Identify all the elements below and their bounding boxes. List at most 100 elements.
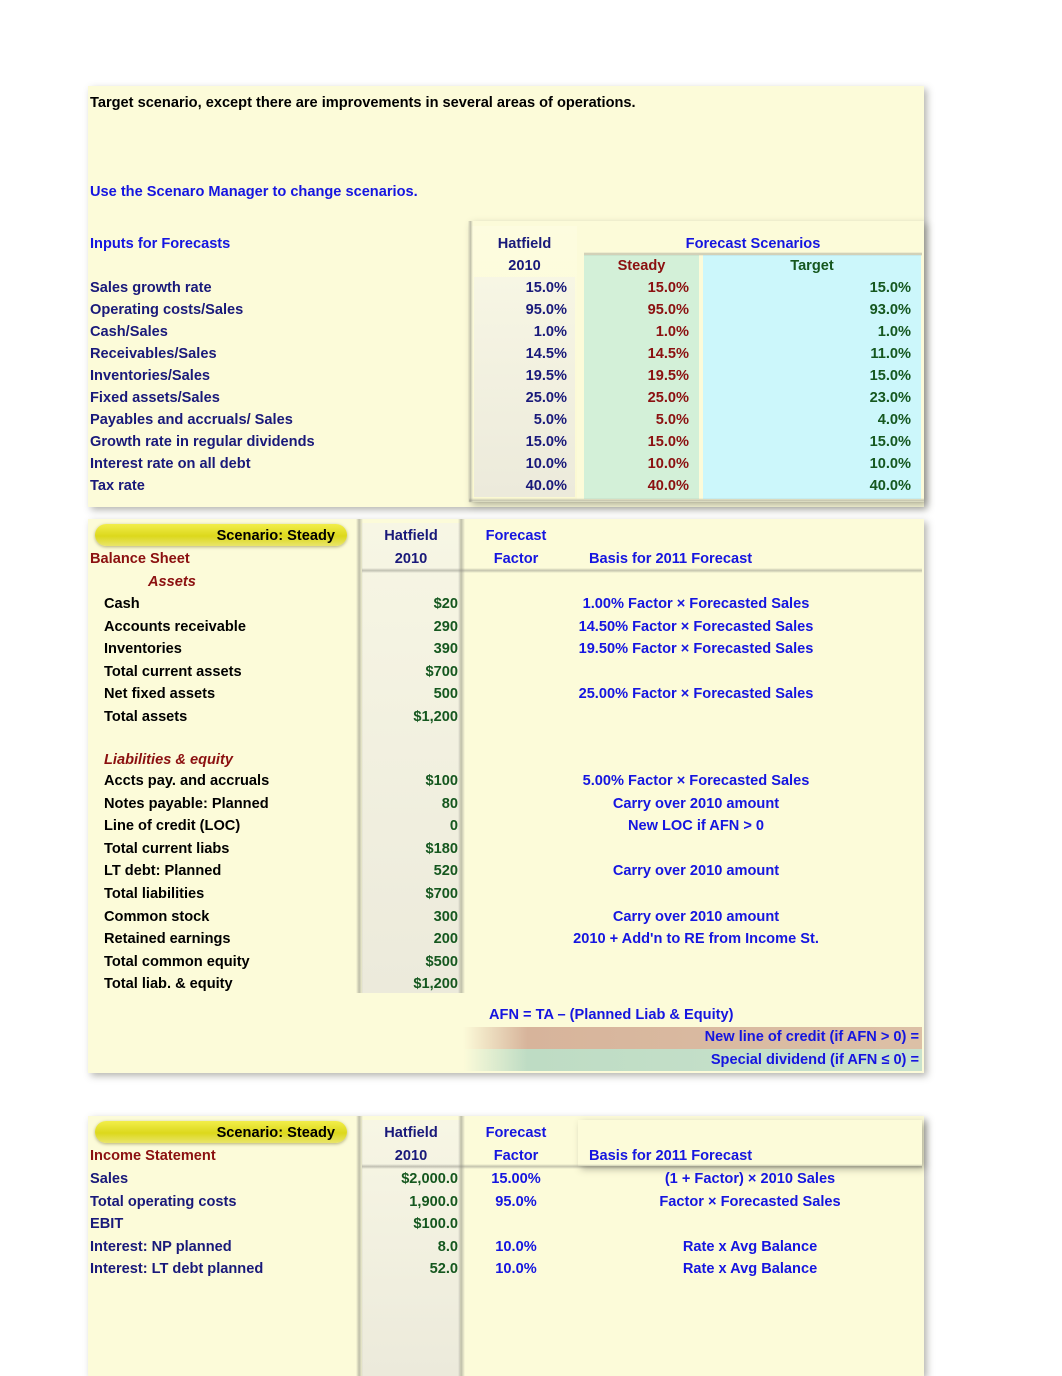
- inputs-cell-target[interactable]: 11.0%: [693, 343, 911, 365]
- bs-liab-row-value[interactable]: $180: [362, 838, 458, 860]
- inputs-cell-target[interactable]: 15.0%: [693, 431, 911, 453]
- bs-liab-row-basis: New LOC if AFN > 0: [627, 818, 765, 834]
- inputs-table-bottom: [469, 498, 924, 503]
- bs-basis-header: Basis for 2011 Forecast: [589, 551, 753, 567]
- bs-row-label: Inventories: [104, 641, 182, 657]
- afn-new-loc-label: New line of credit (if AFN > 0) =: [704, 1029, 919, 1045]
- bs-row-value[interactable]: 390: [362, 638, 458, 660]
- is-row-label: Sales: [90, 1171, 129, 1187]
- inputs-cell-target[interactable]: 1.0%: [693, 321, 911, 343]
- inputs-cell-hatfield: 15.0%: [525, 434, 567, 450]
- bs-liab-row-basis: 5.00% Factor × Forecasted Sales: [582, 773, 810, 789]
- is-row-value[interactable]: 8.0: [362, 1236, 458, 1258]
- is-row-value[interactable]: 52.0: [362, 1258, 458, 1280]
- bs-col-hatfield-line2: 2010: [394, 551, 428, 567]
- inputs-cell-steady[interactable]: 15.0%: [574, 277, 689, 299]
- bs-row-label: Total assets: [104, 709, 188, 725]
- inputs-cell-steady[interactable]: 10.0%: [574, 453, 689, 475]
- inputs-cell-target[interactable]: 15.0%: [693, 365, 911, 387]
- is-statement-title: Income Statement: [90, 1148, 216, 1164]
- is-scenario-tag[interactable]: Scenario: Steady: [95, 1122, 335, 1144]
- bs-liab-row-value[interactable]: 0: [362, 815, 458, 837]
- bs-liab-row-basis: 2010 + Add'n to RE from Income St.: [573, 931, 819, 947]
- is-col-hatfield-line2: 2010: [394, 1148, 428, 1164]
- inputs-row-label: Growth rate in regular dividends: [90, 434, 315, 450]
- inputs-cell-hatfield: 19.5%: [525, 368, 567, 384]
- inputs-cell-hatfield: 1.0%: [533, 324, 567, 340]
- inputs-cell-steady[interactable]: 14.5%: [574, 343, 689, 365]
- bs-liab-row-value[interactable]: 200: [362, 928, 458, 950]
- inputs-cell-steady[interactable]: 15.0%: [574, 431, 689, 453]
- inputs-cell-target[interactable]: 4.0%: [693, 409, 911, 431]
- bs-liab-row-label: Notes payable: Planned: [104, 796, 269, 812]
- bs-row-value[interactable]: $700: [362, 661, 458, 683]
- bs-statement-title: Balance Sheet: [90, 551, 190, 567]
- bs-liab-row-label: Total liabilities: [104, 886, 205, 902]
- intro-note: Target scenario, except there are improv…: [90, 95, 636, 111]
- inputs-cell-target[interactable]: 23.0%: [693, 387, 911, 409]
- inputs-cell-target[interactable]: 15.0%: [693, 277, 911, 299]
- inputs-cell-steady[interactable]: 1.0%: [574, 321, 689, 343]
- bs-row-label: Net fixed assets: [104, 686, 216, 702]
- bs-row-value[interactable]: $1,200: [362, 706, 458, 728]
- is-row-value[interactable]: 1,900.0: [362, 1191, 458, 1213]
- is-col-factor-line1: Forecast: [485, 1125, 547, 1141]
- bs-liab-row-label: Common stock: [104, 909, 210, 925]
- is-row-factor: 10.0%: [495, 1261, 537, 1277]
- bs-liab-row-value[interactable]: $1,200: [362, 973, 458, 995]
- inputs-col-steady: Steady: [617, 258, 666, 274]
- inputs-cell-steady[interactable]: 5.0%: [574, 409, 689, 431]
- bs-liab-row-label: Total current liabs: [104, 841, 230, 857]
- is-row-basis: Factor × Forecasted Sales: [659, 1194, 841, 1210]
- bs-liab-row-basis: Carry over 2010 amount: [612, 909, 780, 925]
- inputs-group-header: Forecast Scenarios: [685, 236, 821, 252]
- instruction-note: Use the Scenaro Manager to change scenar…: [90, 184, 418, 200]
- inputs-row-label: Interest rate on all debt: [90, 456, 251, 472]
- bs-liab-row-label: Line of credit (LOC): [104, 818, 241, 834]
- inputs-cell-hatfield: 40.0%: [525, 478, 567, 494]
- bs-liab-row-value[interactable]: $100: [362, 770, 458, 792]
- bs-liab-row-label: Total common equity: [104, 954, 250, 970]
- is-row-factor: 10.0%: [495, 1239, 537, 1255]
- bs-scenario-tag[interactable]: Scenario: Steady: [95, 525, 335, 547]
- is-col-factor-line2: Factor: [493, 1148, 539, 1164]
- inputs-cell-steady[interactable]: 25.0%: [574, 387, 689, 409]
- is-col-hatfield-line1: Hatfield: [384, 1125, 438, 1141]
- is-row-value[interactable]: $2,000.0: [362, 1168, 458, 1190]
- bs-row-value[interactable]: $20: [362, 593, 458, 615]
- spreadsheet-page: Target scenario, except there are improv…: [0, 0, 1062, 1376]
- bs-row-value[interactable]: 500: [362, 683, 458, 705]
- bs-liab-row-value[interactable]: $700: [362, 883, 458, 905]
- inputs-cell-hatfield: 10.0%: [525, 456, 567, 472]
- bs-liab-row-value[interactable]: $500: [362, 951, 458, 973]
- bs-liab-row-value[interactable]: 80: [362, 793, 458, 815]
- inputs-row-label: Cash/Sales: [90, 324, 168, 340]
- bs-row-basis: 14.50% Factor × Forecasted Sales: [578, 619, 814, 635]
- is-basis-header: Basis for 2011 Forecast: [589, 1148, 753, 1164]
- afn-formula: AFN = TA – (Planned Liab & Equity): [489, 1007, 734, 1023]
- inputs-cell-steady[interactable]: 40.0%: [574, 475, 689, 497]
- bs-liab-row-label: Accts pay. and accruals: [104, 773, 270, 789]
- bs-col-hatfield-line1: Hatfield: [384, 528, 438, 544]
- inputs-col-hatfield-line2: 2010: [508, 258, 541, 274]
- inputs-cell-target[interactable]: 40.0%: [693, 475, 911, 497]
- inputs-cell-target[interactable]: 93.0%: [693, 299, 911, 321]
- bs-liabilities-header: Liabilities & equity: [104, 752, 233, 768]
- bs-liab-row-value[interactable]: 520: [362, 860, 458, 882]
- inputs-cell-target[interactable]: 10.0%: [693, 453, 911, 475]
- is-row-basis: Rate x Avg Balance: [682, 1239, 818, 1255]
- inputs-row-label: Inventories/Sales: [90, 368, 211, 384]
- bs-row-value[interactable]: 290: [362, 616, 458, 638]
- inputs-row-label: Fixed assets/Sales: [90, 390, 220, 406]
- inputs-title: Inputs for Forecasts: [90, 236, 231, 252]
- bs-assets-header: Assets: [148, 574, 196, 590]
- is-row-value[interactable]: $100.0: [362, 1213, 458, 1235]
- inputs-cell-steady[interactable]: 95.0%: [574, 299, 689, 321]
- inputs-cell-steady[interactable]: 19.5%: [574, 365, 689, 387]
- bs-liab-row-value[interactable]: 300: [362, 906, 458, 928]
- is-row-label: Total operating costs: [90, 1194, 237, 1210]
- inputs-col-target: Target: [790, 258, 834, 274]
- afn-special-dividend-label: Special dividend (if AFN ≤ 0) =: [710, 1052, 919, 1068]
- bs-row-basis: 19.50% Factor × Forecasted Sales: [578, 641, 814, 657]
- inputs-row-label: Operating costs/Sales: [90, 302, 244, 318]
